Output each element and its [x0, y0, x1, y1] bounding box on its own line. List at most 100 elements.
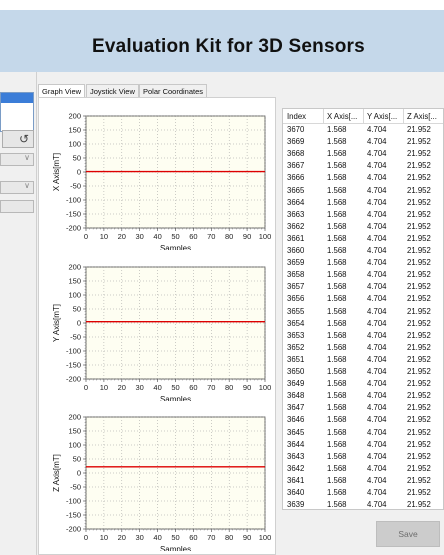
table-row[interactable]: 3644 1.568 4.704 21.952	[283, 439, 443, 451]
graph-view-panel: 0 10 20 30 40 50 60 70 80 90 100 200 150 100 50 0 -50 -10…	[38, 97, 276, 555]
cell-y: 4.704	[367, 258, 387, 268]
refresh-button[interactable]: ↺	[2, 130, 34, 148]
cell-x: 1.568	[327, 330, 347, 340]
cell-index: 3649	[287, 379, 305, 389]
y-tick-label: 150	[68, 126, 81, 135]
table-row[interactable]: 3640 1.568 4.704 21.952	[283, 487, 443, 499]
x-tick-label: 50	[171, 232, 179, 241]
table-row[interactable]: 3642 1.568 4.704 21.952	[283, 463, 443, 475]
table-row[interactable]: 3656 1.568 4.704 21.952	[283, 293, 443, 305]
cell-y: 4.704	[367, 367, 387, 376]
table-row[interactable]: 3669 1.568 4.704 21.952	[283, 136, 443, 148]
cell-z: 21.952	[407, 282, 431, 292]
table-row[interactable]: 3662 1.568 4.704 21.952	[283, 221, 443, 233]
cell-y: 4.704	[367, 221, 387, 231]
data-table[interactable]: Index X Axis[... Y Axis[... Z Axis[... 3…	[282, 108, 444, 510]
cell-z: 21.952	[407, 294, 431, 304]
table-row[interactable]: 3665 1.568 4.704 21.952	[283, 185, 443, 197]
table-row[interactable]: 3647 1.568 4.704 21.952	[283, 402, 443, 414]
y-tick-label: 100	[68, 291, 81, 300]
table-row[interactable]: 3663 1.568 4.704 21.952	[283, 209, 443, 221]
table-row[interactable]: 3648 1.568 4.704 21.952	[283, 390, 443, 402]
cell-x: 1.568	[327, 282, 347, 292]
table-row[interactable]: 3639 1.568 4.704 21.952	[283, 499, 443, 509]
y-axis-label: Y Axis[mT]	[52, 304, 61, 342]
cell-x: 1.568	[327, 379, 347, 389]
mode-dropdown[interactable]: ∨	[0, 181, 34, 194]
cell-index: 3647	[287, 403, 305, 413]
device-list-selected-item[interactable]	[1, 93, 33, 103]
y-axis-chart: 0 10 20 30 40 50 60 70 80 90 100 200 150 100 50 0 -50 -10…	[52, 263, 271, 402]
cell-y: 4.704	[367, 185, 387, 195]
y-tick-label: 150	[68, 427, 81, 436]
table-row[interactable]: 3659 1.568 4.704 21.952	[283, 257, 443, 269]
cell-y: 4.704	[367, 488, 387, 497]
range-field[interactable]	[0, 200, 34, 213]
cell-x: 1.568	[327, 342, 347, 352]
column-header-z-axis[interactable]: Z Axis[...	[407, 112, 437, 121]
table-row[interactable]: 3650 1.568 4.704 21.952	[283, 366, 443, 378]
cell-index: 3641	[287, 475, 305, 485]
x-tick-label: 50	[171, 383, 179, 392]
cell-z: 21.952	[407, 342, 431, 352]
app-title: Evaluation Kit for 3D Sensors	[92, 36, 365, 57]
tab-joystick-view[interactable]: Joystick View	[86, 84, 139, 98]
table-row[interactable]: 3658 1.568 4.704 21.952	[283, 269, 443, 281]
refresh-icon: ↺	[18, 132, 29, 146]
table-row[interactable]: 3668 1.568 4.704 21.952	[283, 148, 443, 160]
cell-z: 21.952	[407, 233, 431, 243]
y-tick-label: 0	[77, 469, 81, 478]
cell-x: 1.568	[327, 415, 347, 425]
table-row[interactable]: 3666 1.568 4.704 21.952	[283, 172, 443, 184]
table-row[interactable]: 3661 1.568 4.704 21.952	[283, 233, 443, 245]
table-row[interactable]: 3641 1.568 4.704 21.952	[283, 475, 443, 487]
table-row[interactable]: 3670 1.568 4.704 21.952	[283, 124, 443, 136]
table-row[interactable]: 3646 1.568 4.704 21.952	[283, 414, 443, 426]
table-row[interactable]: 3652 1.568 4.704 21.952	[283, 342, 443, 354]
table-row[interactable]: 3660 1.568 4.704 21.952	[283, 245, 443, 257]
table-row[interactable]: 3655 1.568 4.704 21.952	[283, 306, 443, 318]
table-row[interactable]: 3653 1.568 4.704 21.952	[283, 330, 443, 342]
cell-index: 3653	[287, 330, 305, 340]
tab-polar-coordinates[interactable]: Polar Coordinates	[139, 84, 208, 98]
cell-y: 4.704	[367, 246, 387, 255]
cell-z: 21.952	[407, 185, 431, 195]
table-row[interactable]: 3651 1.568 4.704 21.952	[283, 354, 443, 366]
x-tick-label: 80	[225, 232, 233, 241]
x-tick-label: 0	[84, 232, 88, 241]
device-list[interactable]	[0, 92, 34, 132]
table-row[interactable]: 3667 1.568 4.704 21.952	[283, 160, 443, 172]
cell-index: 3651	[287, 354, 305, 364]
x-axis-chart: 0 10 20 30 40 50 60 70 80 90 100 200 150 100 50 0 -50 -10…	[52, 112, 271, 251]
y-axis-label: X Axis[mT]	[52, 153, 61, 191]
table-row[interactable]: 3645 1.568 4.704 21.952	[283, 427, 443, 439]
table-row[interactable]: 3664 1.568 4.704 21.952	[283, 197, 443, 209]
table-row[interactable]: 3643 1.568 4.704 21.952	[283, 451, 443, 463]
app-header: Evaluation Kit for 3D Sensors	[0, 0, 444, 72]
column-header-index[interactable]: Index	[287, 112, 306, 121]
table-row[interactable]: 3649 1.568 4.704 21.952	[283, 378, 443, 390]
cell-z: 21.952	[407, 161, 431, 171]
column-header-y-axis[interactable]: Y Axis[...	[367, 112, 397, 121]
x-tick-label: 80	[225, 383, 233, 392]
cell-y: 4.704	[367, 427, 387, 437]
cell-index: 3640	[287, 488, 305, 497]
cell-x: 1.568	[327, 354, 347, 364]
y-tick-label: 50	[73, 455, 81, 464]
y-tick-label: -50	[70, 182, 81, 191]
column-header-x-axis[interactable]: X Axis[...	[327, 112, 357, 121]
cell-x: 1.568	[327, 294, 347, 304]
cell-y: 4.704	[367, 197, 387, 207]
table-row[interactable]: 3657 1.568 4.704 21.952	[283, 281, 443, 293]
cell-index: 3661	[287, 233, 305, 243]
x-tick-label: 30	[136, 383, 144, 392]
save-button[interactable]: Save	[376, 521, 440, 547]
cell-y: 4.704	[367, 475, 387, 485]
x-tick-label: 40	[153, 383, 161, 392]
table-row[interactable]: 3654 1.568 4.704 21.952	[283, 318, 443, 330]
port-dropdown[interactable]: ∨	[0, 153, 34, 166]
x-tick-label: 20	[118, 533, 126, 542]
x-tick-label: 20	[118, 383, 126, 392]
cell-z: 21.952	[407, 306, 431, 316]
x-axis-label: Samples	[160, 244, 191, 250]
